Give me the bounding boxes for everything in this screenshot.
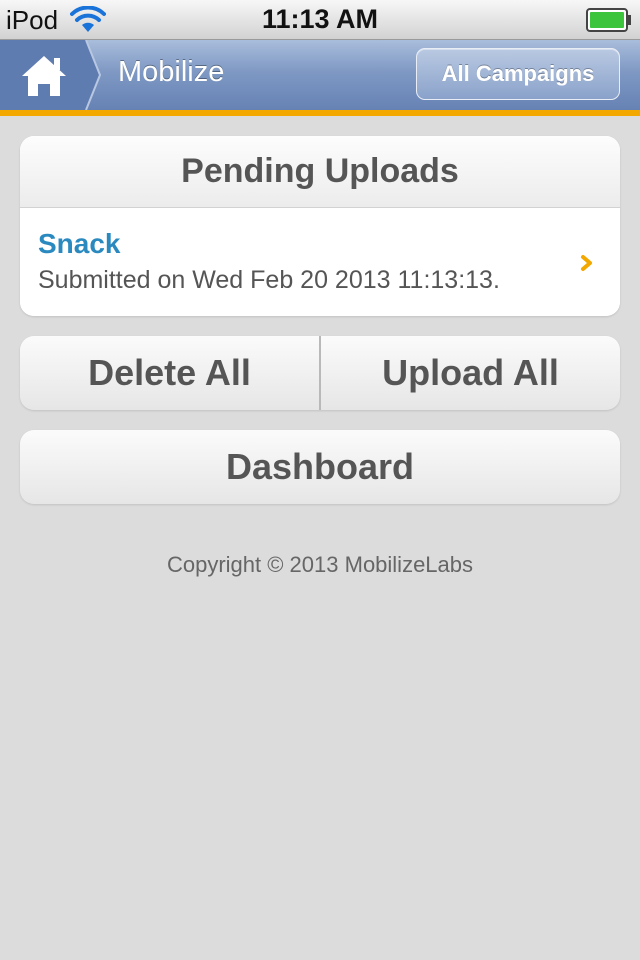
status-bar: iPod 11:13 AM [0,0,640,40]
dashboard-button[interactable]: Dashboard [20,430,620,504]
nav-accent-stripe [0,110,640,116]
chevron-right-icon [581,255,592,271]
delete-all-button[interactable]: Delete All [20,336,319,410]
upload-item-subtitle: Submitted on Wed Feb 20 2013 11:13:13. [38,266,500,294]
pending-upload-item[interactable]: Snack Submitted on Wed Feb 20 2013 11:13… [20,208,620,316]
home-button[interactable] [0,40,102,110]
upload-all-button[interactable]: Upload All [321,336,620,410]
page-title: Mobilize [118,56,225,88]
bulk-action-row: Delete All Upload All [20,336,620,410]
upload-item-title: Snack [38,228,121,259]
status-time: 11:13 AM [261,4,379,34]
pending-uploads-header: Pending Uploads [20,136,620,208]
all-campaigns-button[interactable]: All Campaigns [416,48,620,100]
battery-full-icon [586,8,631,32]
pending-uploads-card: Pending Uploads Snack Submitted on Wed F… [20,136,620,316]
copyright-text: Copyright © 2013 MobilizeLabs [166,552,474,577]
navigation-bar: Mobilize All Campaigns [0,40,640,110]
